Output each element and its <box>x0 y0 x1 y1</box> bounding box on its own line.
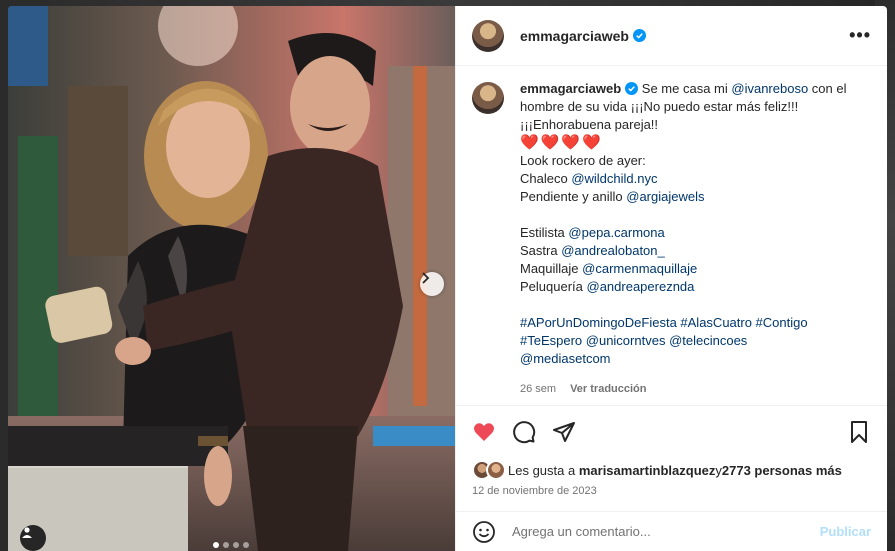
comment-icon <box>513 420 536 443</box>
carousel-dot <box>213 542 219 548</box>
carousel-next-button[interactable] <box>420 272 444 296</box>
carousel-dot <box>233 542 239 548</box>
hashtag-link[interactable]: #TeEspero <box>520 333 586 348</box>
caption-label: Peluquería <box>520 279 587 294</box>
caption-look: Look rockero de ayer: <box>520 153 646 168</box>
caption-label: Chaleco <box>520 171 572 186</box>
carousel-dot <box>243 542 249 548</box>
caption-meta: 26 sem Ver traducción <box>520 380 871 398</box>
more-options-icon[interactable]: ••• <box>849 25 871 46</box>
mention-link[interactable]: @wildchild.nyc <box>571 171 657 186</box>
comment-composer: Publicar <box>456 511 887 551</box>
save-button[interactable] <box>847 420 871 444</box>
likes-summary: Les gusta a marisamartinblazquez y 2773 … <box>456 457 887 483</box>
caption-label: Pendiente y anillo <box>520 189 627 204</box>
mention-link[interactable]: @ivanreboso <box>731 81 808 96</box>
caption-label: Maquillaje <box>520 261 583 276</box>
mention-link[interactable]: @andreapereznda <box>587 279 695 294</box>
mention-link[interactable]: @argiajewels <box>626 189 704 204</box>
tagged-users-button[interactable] <box>20 525 46 551</box>
caption-text: emmagarciaweb Se me casa mi @ivanreboso … <box>520 80 871 405</box>
liker-avatars[interactable] <box>472 460 508 480</box>
liker-username[interactable]: marisamartinblazquez <box>579 463 716 478</box>
caption-label: Estilista <box>520 225 569 240</box>
verified-badge-icon <box>625 82 639 95</box>
post-date[interactable]: 12 de noviembre de 2023 <box>456 483 887 511</box>
share-button[interactable] <box>552 420 576 444</box>
mention-link[interactable]: @unicorntves <box>586 333 666 348</box>
comment-button[interactable] <box>512 420 536 444</box>
comment-input[interactable] <box>512 524 820 539</box>
time-ago[interactable]: 26 sem <box>520 380 556 398</box>
post-media[interactable] <box>8 6 455 551</box>
avatar[interactable] <box>472 19 504 52</box>
send-icon <box>553 421 575 442</box>
mention-link[interactable]: @carmenmaquillaje <box>582 261 697 276</box>
mention-link[interactable]: @mediasetcom <box>520 350 871 368</box>
post-caption: emmagarciaweb Se me casa mi @ivanreboso … <box>456 66 887 405</box>
mention-link[interactable]: @telecincoes <box>665 333 747 348</box>
caption-avatar[interactable] <box>472 82 504 114</box>
post-photo <box>8 6 455 551</box>
action-bar <box>456 405 887 457</box>
likes-prefix: Les gusta a <box>508 462 576 478</box>
caption-label: Sastra <box>520 243 562 258</box>
post-modal: emmagarciaweb ••• emmagarciaweb Se me ca… <box>8 6 887 551</box>
translate-link[interactable]: Ver traducción <box>570 380 646 398</box>
like-button[interactable] <box>472 420 496 444</box>
caption-line1-pre: Se me casa mi <box>638 81 732 96</box>
publish-button[interactable]: Publicar <box>820 524 871 539</box>
post-sidebar: emmagarciaweb ••• emmagarciaweb Se me ca… <box>455 6 887 551</box>
carousel-dot <box>223 542 229 548</box>
emoji-icon[interactable] <box>472 520 496 544</box>
likes-count[interactable]: 2773 personas más <box>722 463 842 478</box>
bookmark-icon <box>851 420 867 443</box>
caption-username[interactable]: emmagarciaweb <box>520 81 621 96</box>
avatar <box>486 460 506 480</box>
author-username[interactable]: emmagarciaweb <box>520 28 629 44</box>
hearts-emoji: ❤️❤️❤️❤️ <box>520 134 603 151</box>
mention-link[interactable]: @pepa.carmona <box>568 225 664 240</box>
heart-filled-icon <box>474 422 494 441</box>
mention-link[interactable]: @andrealobaton_ <box>561 243 665 258</box>
chevron-right-icon <box>422 272 430 284</box>
verified-badge-icon <box>632 29 646 42</box>
user-tag-icon <box>22 527 32 538</box>
carousel-indicator <box>213 542 249 548</box>
post-header: emmagarciaweb ••• <box>456 6 887 66</box>
hashtags[interactable]: #APorUnDomingoDeFiesta #AlasCuatro #Cont… <box>520 314 871 332</box>
